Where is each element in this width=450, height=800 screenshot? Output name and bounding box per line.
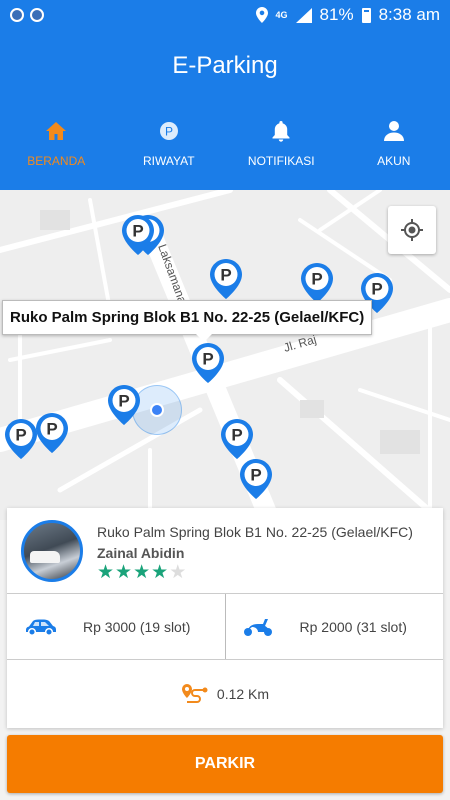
- parking-pin-marker[interactable]: P: [209, 258, 243, 300]
- app-title: E-Parking: [172, 52, 278, 79]
- parking-header-row: Ruko Palm Spring Blok B1 No. 22-25 (Gela…: [7, 508, 443, 594]
- battery-percent: 81%: [319, 5, 354, 24]
- star-filled-icon: ★: [115, 561, 133, 583]
- location-status-icon: [255, 7, 268, 23]
- pin-label: P: [371, 280, 382, 299]
- parking-pin-marker[interactable]: P: [220, 418, 254, 460]
- scooter-icon: [243, 618, 272, 636]
- tab-notifikasi[interactable]: NOTIFIKASI: [225, 118, 338, 168]
- star-filled-icon: ★: [97, 561, 115, 583]
- app-header: E-Parking BERANDA P RIWAYAT NOTIFIKASI A…: [0, 30, 450, 190]
- tab-beranda[interactable]: BERANDA: [0, 118, 113, 168]
- app-notification-icon: [10, 8, 24, 22]
- motor-price-text: Rp 2000 (31 slot): [299, 618, 407, 635]
- parking-pin-marker[interactable]: P: [4, 418, 38, 460]
- pin-label: P: [132, 222, 143, 241]
- pin-label: P: [46, 420, 57, 439]
- pin-label: P: [118, 392, 129, 411]
- distance-row: 0.12 Km: [7, 660, 443, 728]
- pin-label: P: [15, 426, 26, 445]
- tab-riwayat[interactable]: P RIWAYAT: [113, 118, 226, 168]
- parking-pin-marker[interactable]: P: [35, 412, 69, 454]
- marker-info-window[interactable]: Ruko Palm Spring Blok B1 No. 22-25 (Gela…: [2, 300, 373, 342]
- pin-label: P: [231, 426, 242, 445]
- network-type: 4G: [275, 9, 288, 20]
- home-icon: [0, 118, 113, 144]
- owner-name: Zainal Abidin: [97, 545, 185, 561]
- tab-label: NOTIFIKASI: [247, 154, 315, 168]
- my-location-button[interactable]: [388, 206, 436, 254]
- route-icon: [181, 684, 208, 703]
- tab-label: AKUN: [377, 154, 411, 168]
- clock: 8:38 am: [378, 5, 440, 24]
- parking-pin-marker[interactable]: P: [239, 458, 273, 500]
- person-icon: [338, 118, 450, 144]
- car-price-cell: Rp 3000 (19 slot): [7, 594, 225, 659]
- tab-label: RIWAYAT: [142, 154, 195, 168]
- parking-history-icon: P: [113, 118, 226, 144]
- star-filled-icon: ★: [151, 561, 169, 583]
- app-notification-icon: [30, 8, 44, 22]
- parking-pin-marker[interactable]: P: [191, 342, 225, 384]
- crosshair-icon: [401, 219, 423, 241]
- status-bar: 4G 81% 8:38 am: [0, 0, 450, 30]
- bell-icon: [225, 118, 338, 144]
- parking-pin-marker[interactable]: P: [300, 262, 334, 304]
- parking-pin-marker[interactable]: P: [121, 214, 155, 256]
- pin-label: P: [250, 466, 261, 485]
- pin-label: P: [202, 350, 213, 369]
- star-empty-icon: ★: [169, 561, 187, 583]
- tab-bar: BERANDA P RIWAYAT NOTIFIKASI AKUN: [0, 118, 450, 168]
- price-row: Rp 3000 (19 slot) Rp 2000 (31 slot): [7, 594, 443, 660]
- parking-detail-card: Ruko Palm Spring Blok B1 No. 22-25 (Gela…: [7, 508, 443, 728]
- signal-icon: [295, 7, 312, 23]
- distance-text: 0.12 Km: [216, 686, 270, 702]
- parking-pin-marker[interactable]: P: [107, 384, 141, 426]
- pin-label: P: [311, 270, 322, 289]
- motor-price-cell: Rp 2000 (31 slot): [224, 594, 444, 659]
- map-roads: Laksamana B Jl. Raj: [0, 190, 450, 520]
- rating-stars: ★ ★ ★ ★ ★: [97, 563, 186, 582]
- pin-label: P: [220, 266, 231, 285]
- car-icon: [26, 619, 56, 636]
- parking-photo: [21, 520, 83, 582]
- tab-label: BERANDA: [27, 154, 86, 168]
- battery-icon: [361, 7, 371, 23]
- map-view[interactable]: Laksamana B Jl. Raj PPPPPPPPPPP Ruko Pal…: [0, 190, 450, 520]
- tab-akun[interactable]: AKUN: [338, 118, 450, 168]
- car-price-text: Rp 3000 (19 slot): [83, 618, 191, 635]
- parking-place-name: Ruko Palm Spring Blok B1 No. 22-25 (Gela…: [97, 524, 413, 540]
- svg-text:P: P: [165, 125, 173, 139]
- parkir-button[interactable]: PARKIR: [7, 735, 443, 793]
- star-filled-icon: ★: [133, 561, 151, 583]
